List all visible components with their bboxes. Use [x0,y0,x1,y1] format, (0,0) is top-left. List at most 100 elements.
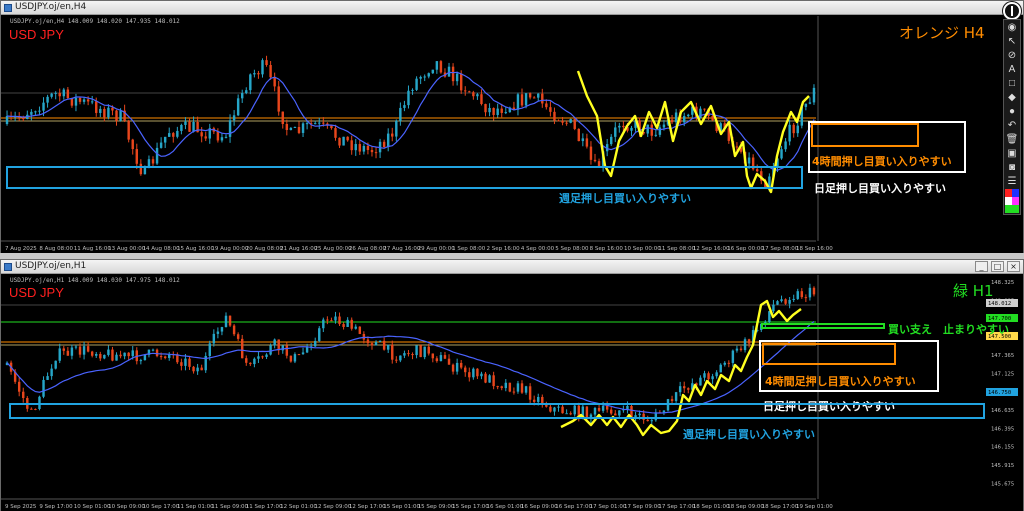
candle-body [435,61,439,70]
candle-body [411,354,414,356]
price-tick-label: 147.365 [991,353,1014,359]
candle-body [5,116,9,124]
candle-body [370,149,374,153]
candle-body [135,149,139,164]
candle-body [496,108,499,115]
candle-body [386,344,390,350]
candle-body [249,74,252,91]
candle-body [151,159,155,164]
candle-body [285,123,289,130]
candle-body [650,124,653,136]
candle-body [326,319,329,321]
undo-icon[interactable]: ↶ [1004,118,1020,132]
candle-body [103,108,106,118]
candle-body [155,349,159,357]
candle-body [492,108,495,115]
candle-body [131,350,134,357]
list-icon[interactable]: ☰ [1004,174,1020,188]
candle-body [54,92,57,94]
x-axis-tick-label: 26 Aug 08:00 [349,246,387,252]
candle-body [378,340,382,343]
top-4h-color-swatch [811,123,919,147]
candle-body [796,291,799,299]
candle-body [241,93,244,99]
candle-body [431,353,435,359]
candle-body [30,111,33,115]
candle-body [484,104,487,113]
dot-icon[interactable]: ● [1004,104,1020,118]
candle-body [196,367,199,372]
candle-body [111,349,114,361]
rectangle-icon[interactable]: □ [1004,76,1020,90]
bottom-chart-area[interactable]: 9 Sep 2025 9 Sep 17:00 10 Sep 01:00 10 Sep … [1,275,1023,511]
candle-body [257,356,260,359]
candle-body [265,354,268,357]
crosshair-icon[interactable]: ⊘ [1004,48,1020,62]
bottom-window-title: USDJPY.oj/en,H1 [15,261,87,271]
candle-body [382,340,386,350]
top-price-info: USDJPY.oj/en,H4 148.009 148.020 147.935 … [10,18,180,25]
candle-body [224,315,228,328]
camera-icon[interactable]: ◙ [1004,160,1020,174]
x-axis-tick-label: 5 Sep 08:00 [555,246,589,252]
candle-body [374,152,378,154]
text-icon[interactable]: A [1004,62,1020,76]
candle-body [524,386,528,393]
eye-icon[interactable]: ◉ [1004,20,1020,34]
maximize-button[interactable]: □ [991,261,1004,272]
cursor-icon[interactable]: ↖ [1004,34,1020,48]
save-icon[interactable]: ▣ [1004,146,1020,160]
x-axis-tick-label: 15 Sep 17:00 [452,504,489,510]
candle-body [38,110,41,112]
x-axis-tick-label: 12 Sep 09:00 [315,504,352,510]
x-axis-tick-label: 15 Aug 16:00 [177,246,215,252]
candle-body [411,89,414,91]
candle-body [808,287,812,298]
candle-body [220,327,224,332]
top-weekly-annotation: 週足押し目買い入りやすい [559,192,691,205]
candle-body [301,352,305,355]
candle-body [423,76,426,78]
bottom-window-titlebar[interactable]: USDJPY.oj/en,H1 _ □ × [1,260,1023,274]
candle-body [42,102,45,111]
top-window-title: USDJPY.oj/en,H4 [15,2,87,12]
candle-body [528,93,532,98]
trash-icon[interactable]: 🗑 [1004,132,1020,146]
candle-body [180,362,183,366]
top-window-titlebar[interactable]: USDJPY.oj/en,H4 [1,1,1023,15]
minimize-button[interactable]: _ [975,261,988,272]
candle-body [257,73,260,75]
candle-body [423,346,426,358]
candle-body [350,140,353,151]
candle-body [204,136,207,139]
x-axis-tick-label: 13 Aug 00:00 [108,246,146,252]
candle-body [472,92,475,97]
top-chart-area[interactable]: 7 Aug 2025 8 Aug 08:00 11 Aug 16:00 13 Aug … [1,16,1023,253]
candle-body [549,107,552,112]
chart-background [1,275,1023,511]
candle-body [593,159,597,162]
candle-body [232,325,236,335]
candle-body [342,324,345,327]
candle-body [224,136,228,138]
candle-body [78,97,82,102]
color-swatch-icon[interactable] [1004,188,1020,214]
candle-body [301,123,305,133]
candle-body [139,360,143,362]
candle-body [313,123,317,125]
chart-window-icon [4,4,12,12]
candle-body [159,356,163,358]
candle-body [711,376,714,380]
close-button[interactable]: × [1007,261,1020,272]
candle-body [447,358,451,365]
candle-body [322,122,325,124]
eraser-icon[interactable]: ◆ [1004,90,1020,104]
candle-body [451,66,455,82]
candle-body [285,345,289,356]
candle-body [297,354,301,356]
candle-body [447,66,451,77]
bottom-candlestick-chart[interactable]: 9 Sep 2025 9 Sep 17:00 10 Sep 01:0010 Sep … [1,275,1023,511]
candle-body [277,86,280,112]
price-tick-label: 148.325 [991,280,1014,286]
candle-body [220,137,224,141]
